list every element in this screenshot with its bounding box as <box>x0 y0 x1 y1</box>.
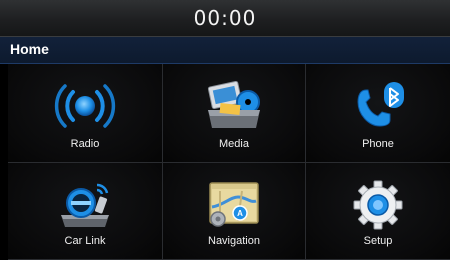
menu-item-label: Navigation <box>208 235 260 247</box>
phone-bluetooth-icon <box>357 82 404 127</box>
clock: 00:00 <box>193 6 257 30</box>
menu-item-media[interactable]: Media <box>163 64 306 163</box>
title-bar: Home <box>0 37 450 64</box>
menu-item-phone[interactable]: Phone <box>306 64 450 163</box>
gear-icon <box>353 180 403 230</box>
home-menu-grid: Radio Media Phone Car Link A Navigation … <box>8 64 450 260</box>
menu-item-label: Phone <box>362 138 394 150</box>
media-icon <box>207 80 260 128</box>
menu-item-label: Car Link <box>64 235 106 247</box>
page-title: Home <box>10 41 49 57</box>
menu-item-setup[interactable]: Setup <box>306 163 450 260</box>
car-link-icon <box>61 183 109 227</box>
menu-item-label: Setup <box>363 235 393 247</box>
menu-item-radio[interactable]: Radio <box>8 64 163 163</box>
menu-item-navigation[interactable]: A Navigation <box>163 163 306 260</box>
navigation-map-icon: A <box>209 182 259 227</box>
menu-item-label: Radio <box>70 138 100 150</box>
svg-text:A: A <box>237 209 243 218</box>
menu-item-car-link[interactable]: Car Link <box>8 163 163 260</box>
infotainment-screen: 00:00 Home Radio Media Phone Car Link A … <box>0 0 450 260</box>
menu-item-label: Media <box>219 138 249 150</box>
status-bar: 00:00 <box>0 0 450 37</box>
radio-icon <box>54 84 116 128</box>
